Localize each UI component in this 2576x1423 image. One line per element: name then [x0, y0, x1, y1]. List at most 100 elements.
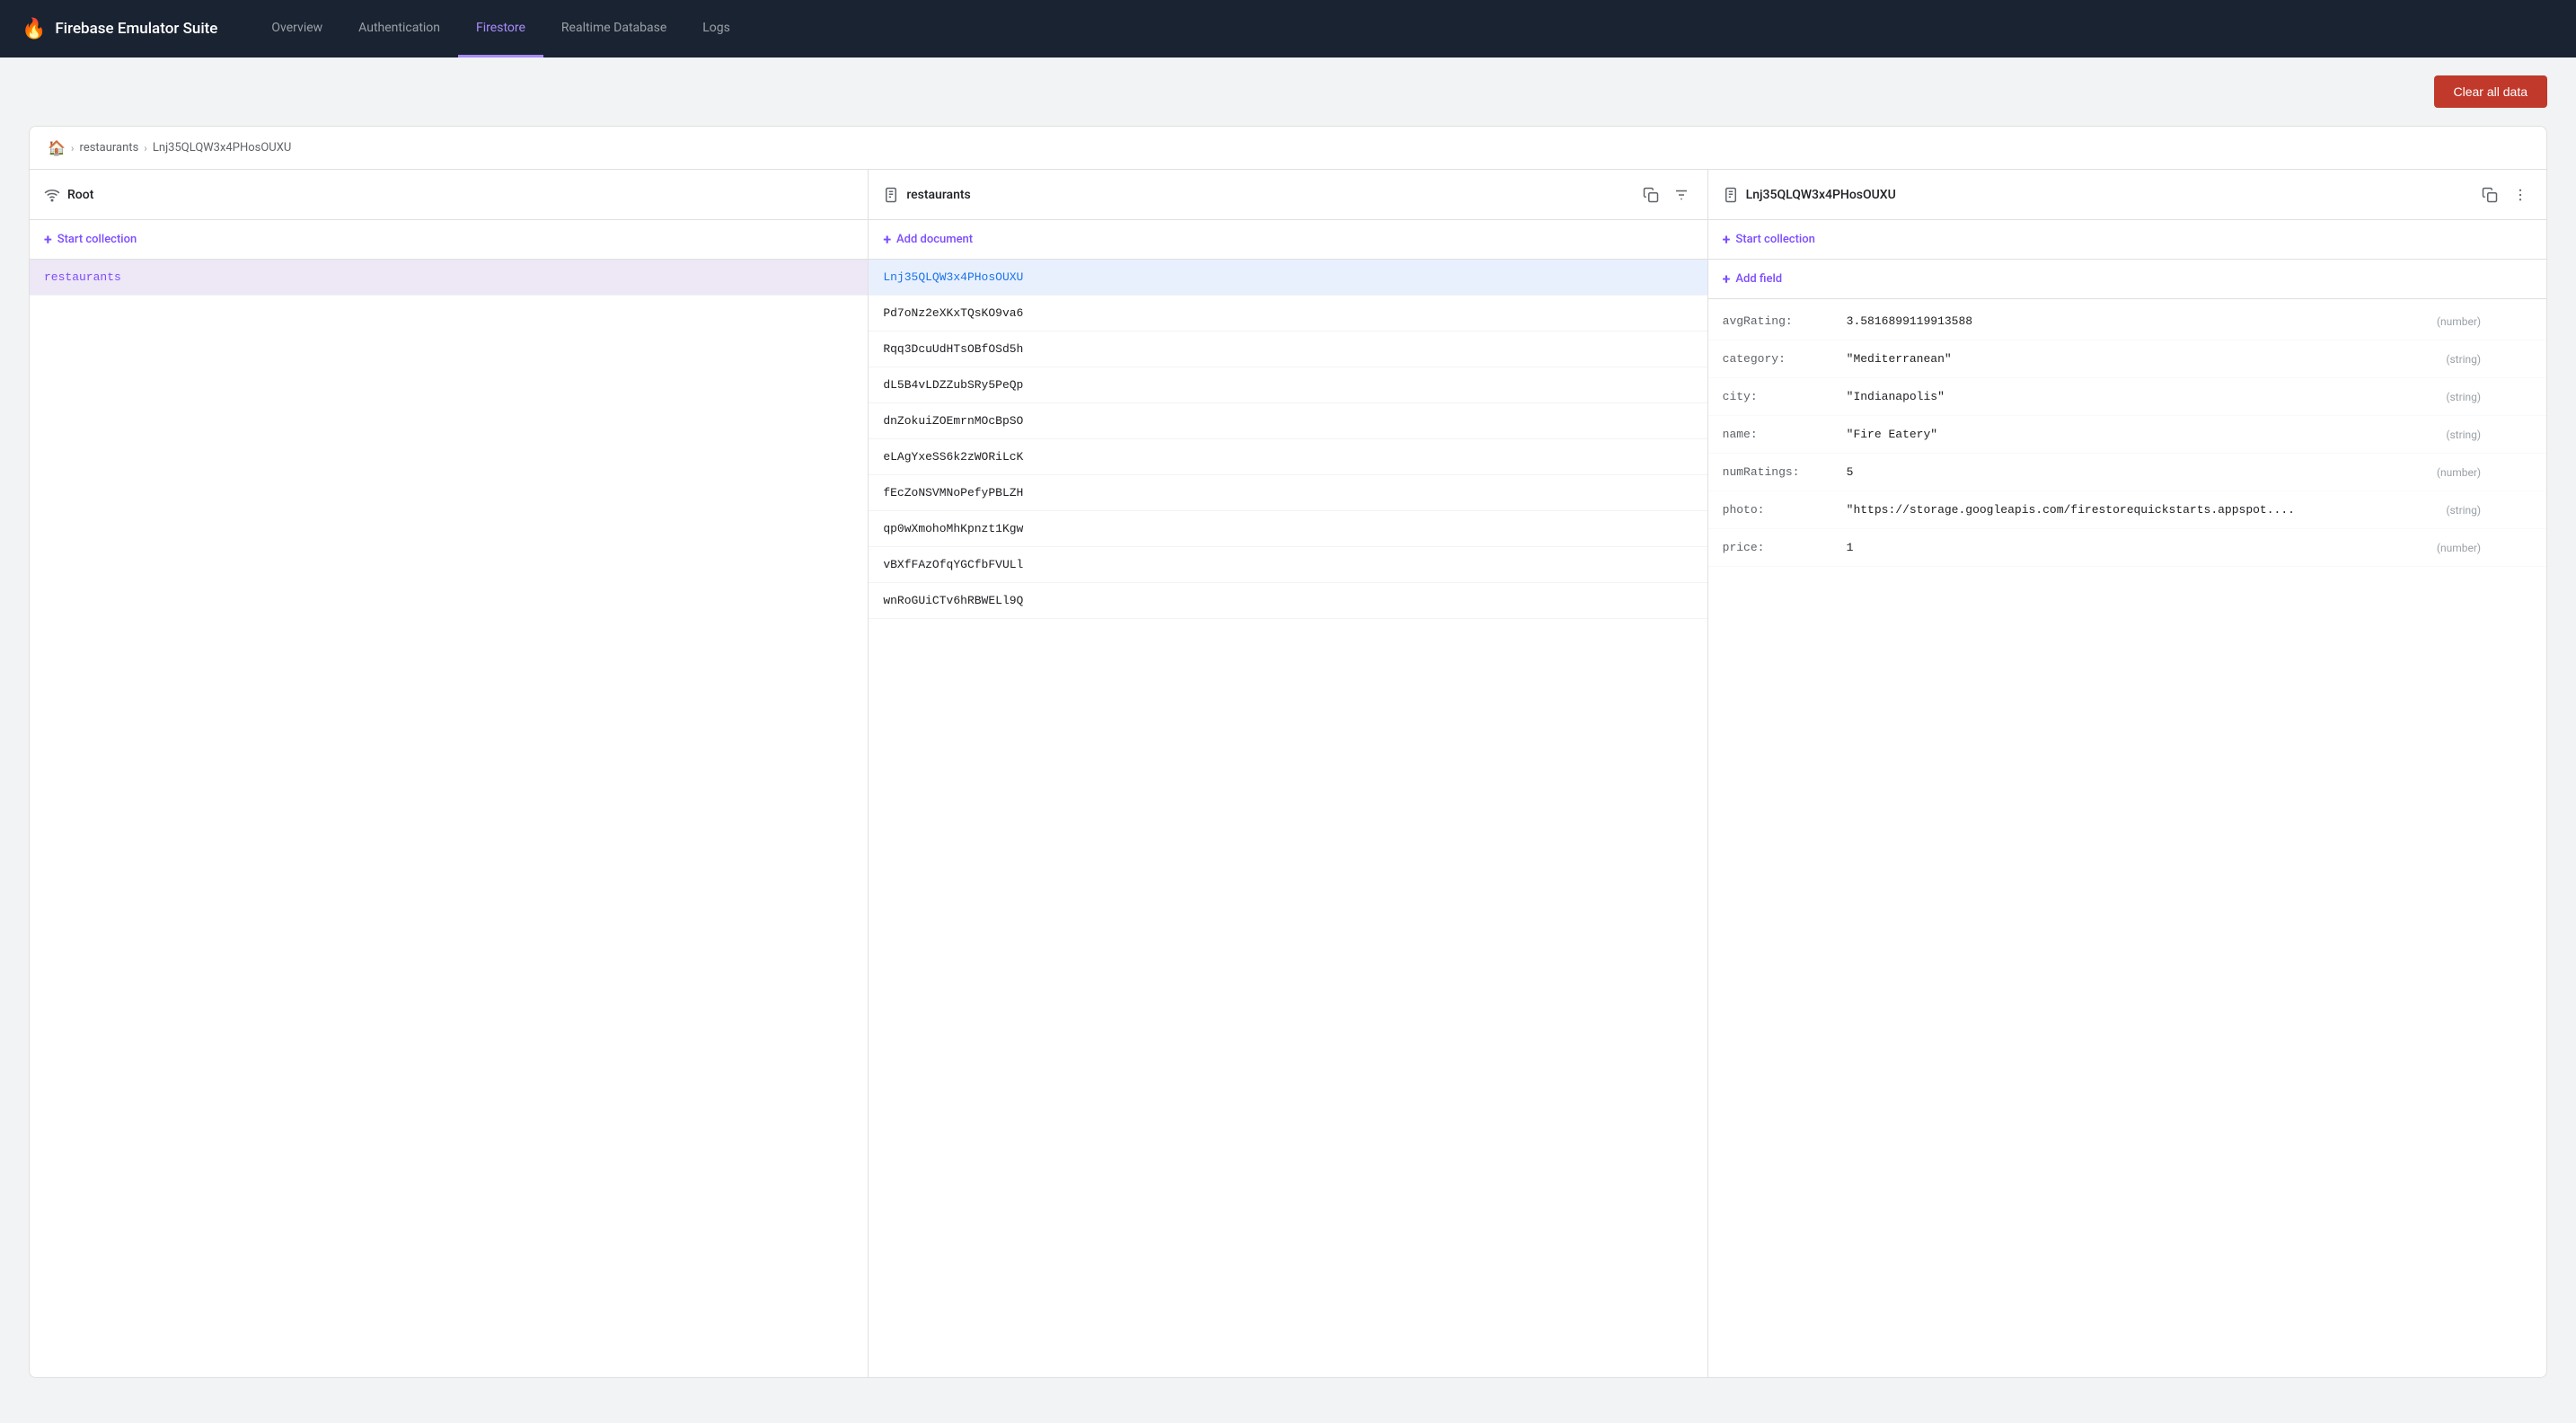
field-key-num-ratings: numRatings: — [1723, 465, 1839, 479]
app-logo: 🔥 Firebase Emulator Suite — [22, 18, 217, 40]
restaurants-column: restaurants — [869, 170, 1707, 1377]
field-value-photo: "https://storage.googleapis.com/firestor… — [1847, 503, 2411, 517]
doc-item-5[interactable]: eLAgYxeSS6k2zWORiLcK — [869, 439, 1707, 475]
breadcrumb-restaurants[interactable]: restaurants — [80, 141, 139, 155]
field-value-price: 1 — [1847, 541, 2411, 554]
breadcrumb-document-id: Lnj35QLQW3x4PHosOUXU — [153, 141, 291, 155]
field-key-photo: photo: — [1723, 503, 1839, 517]
collection-item-restaurants[interactable]: restaurants — [30, 260, 868, 296]
field-type-num-ratings: (number) — [2418, 466, 2481, 479]
field-avg-rating: avgRating: 3.5816899119913588 (number) ✏… — [1708, 303, 2546, 340]
start-collection-doc-btn[interactable]: + Start collection — [1708, 220, 2546, 260]
breadcrumb-home-icon[interactable]: 🏠 — [48, 139, 66, 156]
delete-city-button[interactable]: 🗑️ — [2513, 387, 2532, 406]
field-value-category: "Mediterranean" — [1847, 352, 2411, 366]
delete-photo-button[interactable]: 🗑️ — [2513, 500, 2532, 519]
root-column-title: Root — [67, 188, 853, 202]
document-doc-icon — [1723, 186, 1739, 203]
edit-category-button[interactable]: ✏️ — [2488, 349, 2507, 368]
doc-item-0[interactable]: Lnj35QLQW3x4PHosOUXU — [869, 260, 1707, 296]
edit-city-button[interactable]: ✏️ — [2488, 387, 2507, 406]
add-document-label: Add document — [896, 233, 973, 246]
start-collection-root-btn[interactable]: + Start collection — [30, 220, 868, 260]
field-key-avg-rating: avgRating: — [1723, 314, 1839, 328]
restaurants-filter-button[interactable] — [1670, 183, 1693, 207]
tab-overview[interactable]: Overview — [253, 0, 340, 57]
clear-all-data-button[interactable]: Clear all data — [2434, 75, 2548, 108]
breadcrumb-sep-2: › — [144, 142, 147, 155]
breadcrumb-sep-1: › — [71, 142, 75, 155]
delete-price-button[interactable]: 🗑️ — [2513, 538, 2532, 557]
document-column-header: Lnj35QLQW3x4PHosOUXU — [1708, 170, 2546, 220]
delete-num-ratings-button[interactable]: 🗑️ — [2513, 463, 2532, 482]
columns-layout: Root + Start collection restaurants — [30, 170, 2546, 1377]
field-type-photo: (string) — [2418, 504, 2481, 517]
restaurants-column-header: restaurants — [869, 170, 1707, 220]
field-value-city: "Indianapolis" — [1847, 390, 2411, 403]
add-document-btn[interactable]: + Add document — [869, 220, 1707, 260]
root-collection-list: restaurants — [30, 260, 868, 1377]
fire-icon: 🔥 — [22, 18, 46, 40]
doc-item-3[interactable]: dL5B4vLDZZubSRy5PeQp — [869, 367, 1707, 403]
root-column-header: Root — [30, 170, 868, 220]
toolbar: Clear all data — [0, 57, 2576, 126]
edit-avg-rating-button[interactable]: ✏️ — [2488, 312, 2507, 331]
root-column: Root + Start collection restaurants — [30, 170, 869, 1377]
field-type-price: (number) — [2418, 542, 2481, 554]
plus-icon: + — [44, 231, 52, 248]
add-field-btn[interactable]: + Add field — [1708, 260, 2546, 299]
document-header-actions — [2478, 183, 2532, 207]
document-column: Lnj35QLQW3x4PHosOUXU — [1708, 170, 2546, 1377]
delete-category-button[interactable]: 🗑️ — [2513, 349, 2532, 368]
document-more-button[interactable] — [2509, 183, 2532, 207]
delete-name-button[interactable]: 🗑️ — [2513, 425, 2532, 444]
doc-item-7[interactable]: qp0wXmohoMhKpnzt1Kgw — [869, 511, 1707, 547]
field-key-category: category: — [1723, 352, 1839, 366]
restaurants-doc-icon — [883, 186, 899, 203]
doc-item-1[interactable]: Pd7oNz2eXKxTQsKO9va6 — [869, 296, 1707, 331]
plus-icon-3: + — [1723, 231, 1731, 248]
field-type-city: (string) — [2418, 391, 2481, 403]
field-city: city: "Indianapolis" (string) ✏️ 🗑️ — [1708, 378, 2546, 416]
tab-logs[interactable]: Logs — [684, 0, 748, 57]
restaurants-document-list: Lnj35QLQW3x4PHosOUXU Pd7oNz2eXKxTQsKO9va… — [869, 260, 1707, 1377]
root-wifi-icon — [44, 186, 60, 203]
field-name: name: "Fire Eatery" (string) ✏️ 🗑️ — [1708, 416, 2546, 454]
edit-price-button[interactable]: ✏️ — [2488, 538, 2507, 557]
field-num-ratings: numRatings: 5 (number) ✏️ 🗑️ — [1708, 454, 2546, 491]
main-content: 🏠 › restaurants › Lnj35QLQW3x4PHosOUXU — [0, 126, 2576, 1407]
doc-item-9[interactable]: wnRoGUiCTv6hRBWELl9Q — [869, 583, 1707, 619]
tab-firestore[interactable]: Firestore — [458, 0, 543, 57]
field-value-num-ratings: 5 — [1847, 465, 2411, 479]
add-field-label: Add field — [1735, 272, 1782, 286]
field-type-avg-rating: (number) — [2418, 315, 2481, 328]
breadcrumb: 🏠 › restaurants › Lnj35QLQW3x4PHosOUXU — [30, 127, 2546, 170]
field-price: price: 1 (number) ✏️ 🗑️ — [1708, 529, 2546, 567]
restaurants-copy-button[interactable] — [1639, 183, 1663, 207]
field-type-name: (string) — [2418, 429, 2481, 441]
field-category: category: "Mediterranean" (string) ✏️ 🗑️ — [1708, 340, 2546, 378]
tab-realtime-database[interactable]: Realtime Database — [543, 0, 684, 57]
restaurants-column-title: restaurants — [906, 188, 1631, 202]
plus-icon-2: + — [883, 231, 891, 248]
field-key-city: city: — [1723, 390, 1839, 403]
document-copy-button[interactable] — [2478, 183, 2501, 207]
field-value-avg-rating: 3.5816899119913588 — [1847, 314, 2411, 328]
doc-item-4[interactable]: dnZokuiZOEmrnMOcBpSO — [869, 403, 1707, 439]
field-type-category: (string) — [2418, 353, 2481, 366]
plus-icon-4: + — [1723, 270, 1731, 287]
app-header: 🔥 Firebase Emulator Suite Overview Authe… — [0, 0, 2576, 57]
doc-item-2[interactable]: Rqq3DcuUdHTsOBfOSd5h — [869, 331, 1707, 367]
field-value-name: "Fire Eatery" — [1847, 428, 2411, 441]
document-column-title: Lnj35QLQW3x4PHosOUXU — [1746, 188, 2471, 202]
start-collection-root-label: Start collection — [57, 233, 137, 246]
edit-name-button[interactable]: ✏️ — [2488, 425, 2507, 444]
field-key-price: price: — [1723, 541, 1839, 554]
nav-tabs: Overview Authentication Firestore Realti… — [253, 0, 747, 57]
edit-num-ratings-button[interactable]: ✏️ — [2488, 463, 2507, 482]
edit-photo-button[interactable]: ✏️ — [2488, 500, 2507, 519]
doc-item-6[interactable]: fEcZoNSVMNoPefyPBLZH — [869, 475, 1707, 511]
doc-item-8[interactable]: vBXfFAzOfqYGCfbFVULl — [869, 547, 1707, 583]
delete-avg-rating-button[interactable]: 🗑️ — [2513, 312, 2532, 331]
tab-authentication[interactable]: Authentication — [340, 0, 458, 57]
